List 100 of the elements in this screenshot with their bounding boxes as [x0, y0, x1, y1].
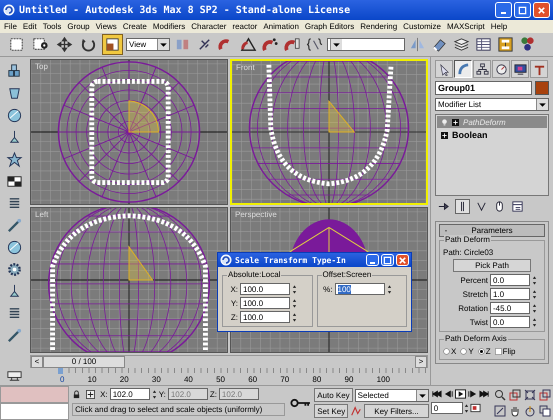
wand-icon[interactable] — [6, 327, 22, 344]
ball-icon[interactable] — [6, 239, 22, 256]
next-frame-button[interactable]: > — [415, 356, 427, 368]
object-color-swatch[interactable] — [535, 81, 549, 95]
key-filters-button[interactable]: Key Filters... — [364, 404, 429, 418]
menu-item[interactable]: Customize — [403, 22, 441, 31]
field-of-view-icon[interactable] — [494, 404, 506, 416]
flip-checkbox[interactable] — [494, 348, 502, 355]
maximize-button[interactable] — [514, 2, 531, 18]
maximize-button[interactable] — [381, 254, 394, 266]
menu-item[interactable]: File — [4, 22, 17, 31]
orbit-icon[interactable] — [524, 404, 536, 416]
menu-item[interactable]: Edit — [22, 22, 37, 31]
show-end-result-icon[interactable] — [455, 199, 470, 214]
time-configuration-icon[interactable] — [470, 403, 481, 413]
layers-icon[interactable] — [453, 36, 470, 53]
timeline-ruler[interactable]: 0 10 20 30 40 50 60 70 80 90 100 — [28, 368, 430, 385]
spinner-arrows-icon[interactable] — [292, 284, 297, 294]
scale-field[interactable]: 100.0 — [240, 283, 290, 295]
spinner-arrows-icon[interactable] — [532, 288, 537, 300]
angle-snap-icon[interactable] — [240, 36, 257, 53]
menu-item[interactable]: Group — [67, 22, 90, 31]
close-button[interactable] — [396, 254, 409, 266]
next-frame-icon[interactable] — [466, 389, 478, 399]
named-selection-dropdown[interactable] — [327, 38, 405, 51]
spinner-arrows-icon[interactable] — [532, 302, 537, 314]
menu-item[interactable]: Graph Editors — [304, 22, 354, 31]
scale-field[interactable]: 100.0 — [240, 311, 290, 323]
rollout-toggle[interactable]: - — [440, 226, 452, 235]
zoom-extents-all-icon[interactable] — [539, 389, 551, 401]
spinner-field[interactable]: 1.0 — [490, 288, 530, 300]
close-button[interactable] — [533, 2, 550, 18]
schematic-icon[interactable] — [497, 36, 514, 53]
key-curve-icon[interactable] — [350, 405, 362, 417]
pick-path-button[interactable]: Pick Path — [453, 259, 531, 272]
menu-item[interactable]: Create — [122, 22, 147, 31]
reference-coordinate-dropdown[interactable]: View — [126, 38, 170, 51]
current-frame-field[interactable]: 0 — [430, 402, 463, 414]
spinner-arrows-icon[interactable] — [532, 316, 537, 328]
move-tool[interactable] — [54, 34, 75, 55]
object-name-field[interactable]: Group01 — [435, 81, 532, 95]
mirror-icon[interactable] — [409, 36, 426, 53]
command-panel-tab[interactable] — [511, 60, 529, 78]
auto-key-button[interactable]: Auto Key — [314, 388, 353, 402]
zoom-icon[interactable] — [494, 389, 506, 401]
previous-frame-icon[interactable] — [442, 389, 454, 399]
menu-item[interactable]: Modifiers — [152, 22, 186, 31]
command-panel-tab[interactable] — [492, 60, 510, 78]
zoom-extents-icon[interactable] — [524, 389, 536, 401]
minimize-button[interactable] — [495, 2, 512, 18]
menu-item[interactable]: Animation — [263, 22, 299, 31]
ball-icon[interactable] — [6, 107, 22, 124]
modifier-list-dropdown[interactable]: Modifier List — [435, 98, 549, 111]
spinner-arrows-icon[interactable] — [464, 402, 469, 414]
star-figure-icon[interactable] — [6, 151, 22, 168]
menu-item[interactable]: MAXScript — [446, 22, 485, 31]
script-input-field[interactable] — [0, 386, 70, 403]
absolute-mode-icon[interactable] — [86, 390, 96, 398]
previous-frame-button[interactable]: < — [31, 356, 43, 368]
key-mode-dropdown[interactable]: Selected — [354, 388, 429, 402]
command-panel-tab[interactable] — [473, 60, 491, 78]
expand-icon[interactable] — [452, 118, 459, 126]
command-panel-tab[interactable] — [435, 60, 453, 78]
maximize-viewport-icon[interactable] — [539, 404, 551, 416]
command-panel-tab[interactable] — [454, 60, 472, 78]
spinner-arrows-icon[interactable] — [386, 284, 392, 294]
scale-tool[interactable] — [102, 34, 123, 55]
go-to-start-icon[interactable] — [430, 389, 442, 399]
axis-radio-button[interactable] — [478, 348, 485, 355]
set-key-button[interactable]: Set Key — [314, 404, 348, 418]
pan-hand-icon[interactable] — [509, 404, 521, 416]
light-bulb-icon[interactable] — [441, 118, 448, 126]
spinner-arrows-icon[interactable] — [152, 388, 157, 400]
spinner-arrows-icon[interactable] — [292, 312, 297, 322]
fork-icon[interactable] — [475, 200, 488, 213]
stack-item[interactable]: Boolean — [437, 129, 547, 141]
spinner-snap-icon[interactable] — [284, 36, 301, 53]
menu-item[interactable]: reactor — [232, 22, 258, 31]
minimize-button[interactable] — [366, 254, 379, 266]
spinner-field[interactable]: 0.0 — [490, 316, 530, 328]
command-panel-tab[interactable] — [530, 60, 548, 78]
script-output-field[interactable] — [0, 403, 70, 420]
menu-item[interactable]: Tools — [42, 22, 62, 31]
offset-field[interactable]: 100 — [334, 283, 384, 295]
lock-icon[interactable] — [72, 390, 82, 398]
time-marker[interactable] — [58, 368, 63, 374]
spinner-arrows-icon[interactable] — [532, 274, 537, 286]
menu-item[interactable]: Views — [96, 22, 117, 31]
spinner-arrows-icon[interactable] — [292, 298, 297, 308]
menu-item[interactable]: Rendering — [360, 22, 398, 31]
coordinate-field[interactable]: 102.0 — [110, 388, 150, 400]
material-spheres-icon[interactable] — [519, 36, 536, 53]
spinner-field[interactable]: -45.0 — [490, 302, 530, 314]
configure-icon[interactable] — [511, 200, 524, 213]
axis-radio-button[interactable] — [460, 348, 468, 355]
menu-item[interactable]: Character — [191, 22, 226, 31]
named-selection-icon[interactable] — [306, 36, 323, 53]
go-to-end-icon[interactable] — [478, 389, 490, 399]
rollout-header[interactable]: - Parameters — [439, 224, 545, 237]
time-slider-thumb[interactable]: 0 / 100 — [43, 356, 125, 368]
